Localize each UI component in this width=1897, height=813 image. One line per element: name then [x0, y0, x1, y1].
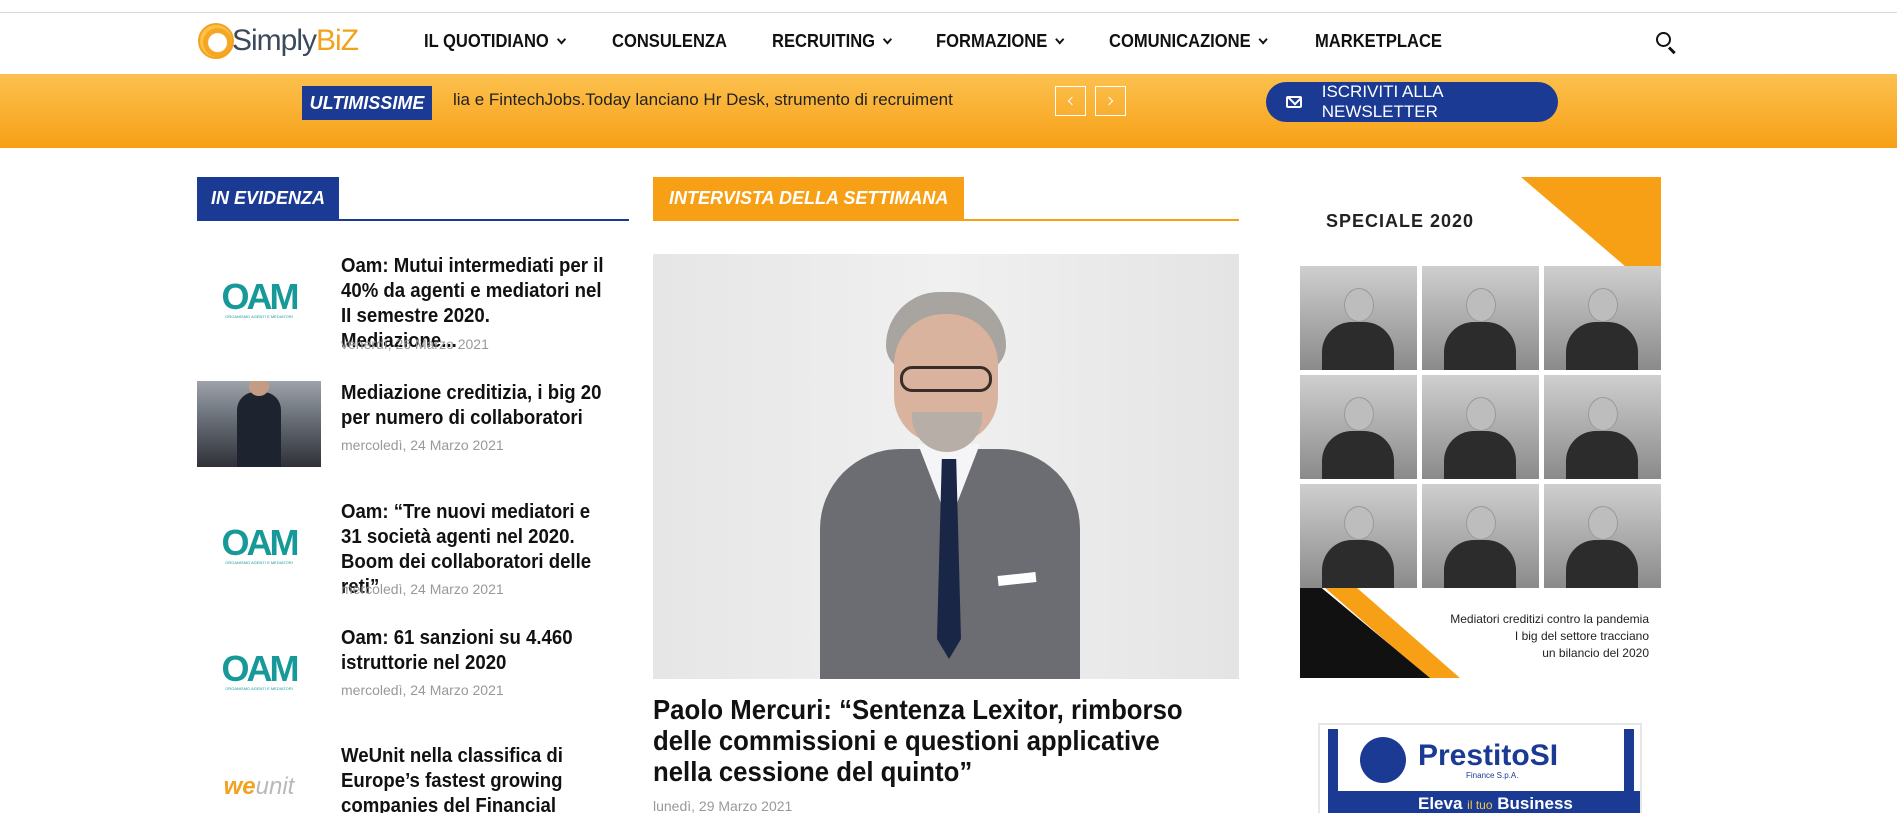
oam-thumbnail[interactable]: OAM ORGANISMO AGENTI E MEDIATORI: [197, 500, 321, 586]
portrait: [1422, 266, 1539, 370]
list-item[interactable]: OAM ORGANISMO AGENTI E MEDIATORI Oam: Mut…: [197, 254, 629, 354]
ultimissime-label: ULTIMISSIME: [302, 86, 432, 120]
nav-recruiting[interactable]: RECRUITING: [772, 31, 892, 52]
prestitosi-logo-icon: [1360, 737, 1406, 783]
speciale-caption: Mediatori creditizi contro la pandemia I…: [1450, 612, 1649, 660]
search-icon[interactable]: [1655, 31, 1679, 55]
portrait: [1300, 484, 1417, 588]
portrait: [1300, 375, 1417, 479]
nav-il-quotidiano[interactable]: IL QUOTIDIANO: [424, 31, 566, 52]
speciale-2020-banner[interactable]: SPECIALE 2020 Mediatori creditizi contro…: [1300, 177, 1661, 678]
ad-brand-sub: Finance S.p.A.: [1466, 771, 1519, 780]
list-item[interactable]: OAM ORGANISMO AGENTI E MEDIATORI Oam: 61 …: [197, 626, 629, 712]
wenit-thumbnail[interactable]: weunit: [197, 744, 321, 813]
news-title[interactable]: WeUnit nella classifica di Europe’s fast…: [341, 744, 611, 813]
ad-brand: PrestitoSI: [1418, 739, 1559, 772]
oam-thumbnail[interactable]: OAM ORGANISMO AGENTI E MEDIATORI: [197, 254, 321, 340]
featured-title[interactable]: Paolo Mercuri: “Sentenza Lexitor, rimbor…: [653, 694, 1196, 787]
chevron-down-icon: [1054, 34, 1064, 44]
top-border: [0, 0, 1897, 13]
nav-consulenza[interactable]: CONSULENZA: [612, 31, 727, 52]
chevron-left-icon: [1067, 96, 1077, 106]
chevron-right-icon: [1104, 96, 1114, 106]
featured-date: lunedì, 29 Marzo 2021: [653, 798, 793, 813]
newsletter-label: ISCRIVITI ALLA NEWSLETTER: [1321, 82, 1443, 121]
news-date: mercoledì, 24 Marzo 2021: [341, 682, 504, 698]
newsletter-button[interactable]: ISCRIVITI ALLA NEWSLETTER: [1266, 82, 1558, 122]
portrait: [1300, 266, 1417, 370]
intervista-header: INTERVISTA DELLA SETTIMANA: [653, 177, 1239, 221]
simplybiz-logo[interactable]: SimplyBiZ: [198, 21, 359, 61]
nav-comunicazione[interactable]: COMUNICAZIONE: [1109, 31, 1268, 52]
ticker-headline[interactable]: lia e FintechJobs.Today lanciano Hr Desk…: [453, 90, 983, 110]
chevron-down-icon: [882, 34, 892, 44]
evidenza-header: IN EVIDENZA: [197, 177, 629, 221]
intervista-label: INTERVISTA DELLA SETTIMANA: [653, 177, 965, 219]
portrait: [1422, 375, 1539, 479]
list-item[interactable]: OAM ORGANISMO AGENTI E MEDIATORI Oam: “Tr…: [197, 500, 629, 600]
logo-text: SimplyBiZ: [232, 24, 359, 57]
portrait: [1544, 484, 1661, 588]
news-date: mercoledì, 24 Marzo 2021: [341, 581, 504, 597]
ad-slogan: Eleva il tuo Business: [1338, 791, 1640, 813]
nav-marketplace[interactable]: MARKETPLACE: [1315, 31, 1442, 52]
chevron-down-icon: [1258, 34, 1268, 44]
ticker-next-button[interactable]: [1095, 86, 1126, 116]
news-date: venerdì, 26 Marzo 2021: [341, 336, 489, 352]
evidenza-label: IN EVIDENZA: [197, 177, 340, 219]
portrait: [1544, 375, 1661, 479]
interviewee-portrait: [820, 284, 1080, 679]
logo-icon: [198, 23, 234, 59]
portrait-grid: [1300, 266, 1661, 588]
news-title[interactable]: Mediazione creditizia, i big 20 per nume…: [341, 381, 611, 431]
nav-formazione[interactable]: FORMAZIONE: [936, 31, 1064, 52]
list-item[interactable]: Mediazione creditizia, i big 20 per nume…: [197, 381, 629, 471]
site-header: SimplyBiZ IL QUOTIDIANO CONSULENZA RECRU…: [0, 13, 1897, 74]
news-thumbnail[interactable]: [197, 381, 321, 467]
featured-image[interactable]: [653, 254, 1239, 679]
news-date: mercoledì, 24 Marzo 2021: [341, 437, 504, 453]
ticker-prev-button[interactable]: [1055, 86, 1086, 116]
speciale-title: SPECIALE 2020: [1326, 211, 1475, 231]
main-nav: IL QUOTIDIANO CONSULENZA RECRUITING FORM…: [424, 31, 1488, 52]
mail-icon: [1286, 96, 1302, 108]
news-title[interactable]: Oam: 61 sanzioni su 4.460 istruttorie ne…: [341, 626, 611, 676]
list-item[interactable]: weunit WeUnit nella classifica di Europe…: [197, 744, 629, 813]
oam-thumbnail[interactable]: OAM ORGANISMO AGENTI E MEDIATORI: [197, 626, 321, 712]
portrait: [1544, 266, 1661, 370]
news-ticker-band: ULTIMISSIME lia e FintechJobs.Today lanc…: [0, 74, 1897, 148]
portrait: [1422, 484, 1539, 588]
prestitosi-ad[interactable]: PrestitoSI Finance S.p.A. Eleva il tuo B…: [1318, 723, 1642, 813]
chevron-down-icon: [556, 34, 566, 44]
